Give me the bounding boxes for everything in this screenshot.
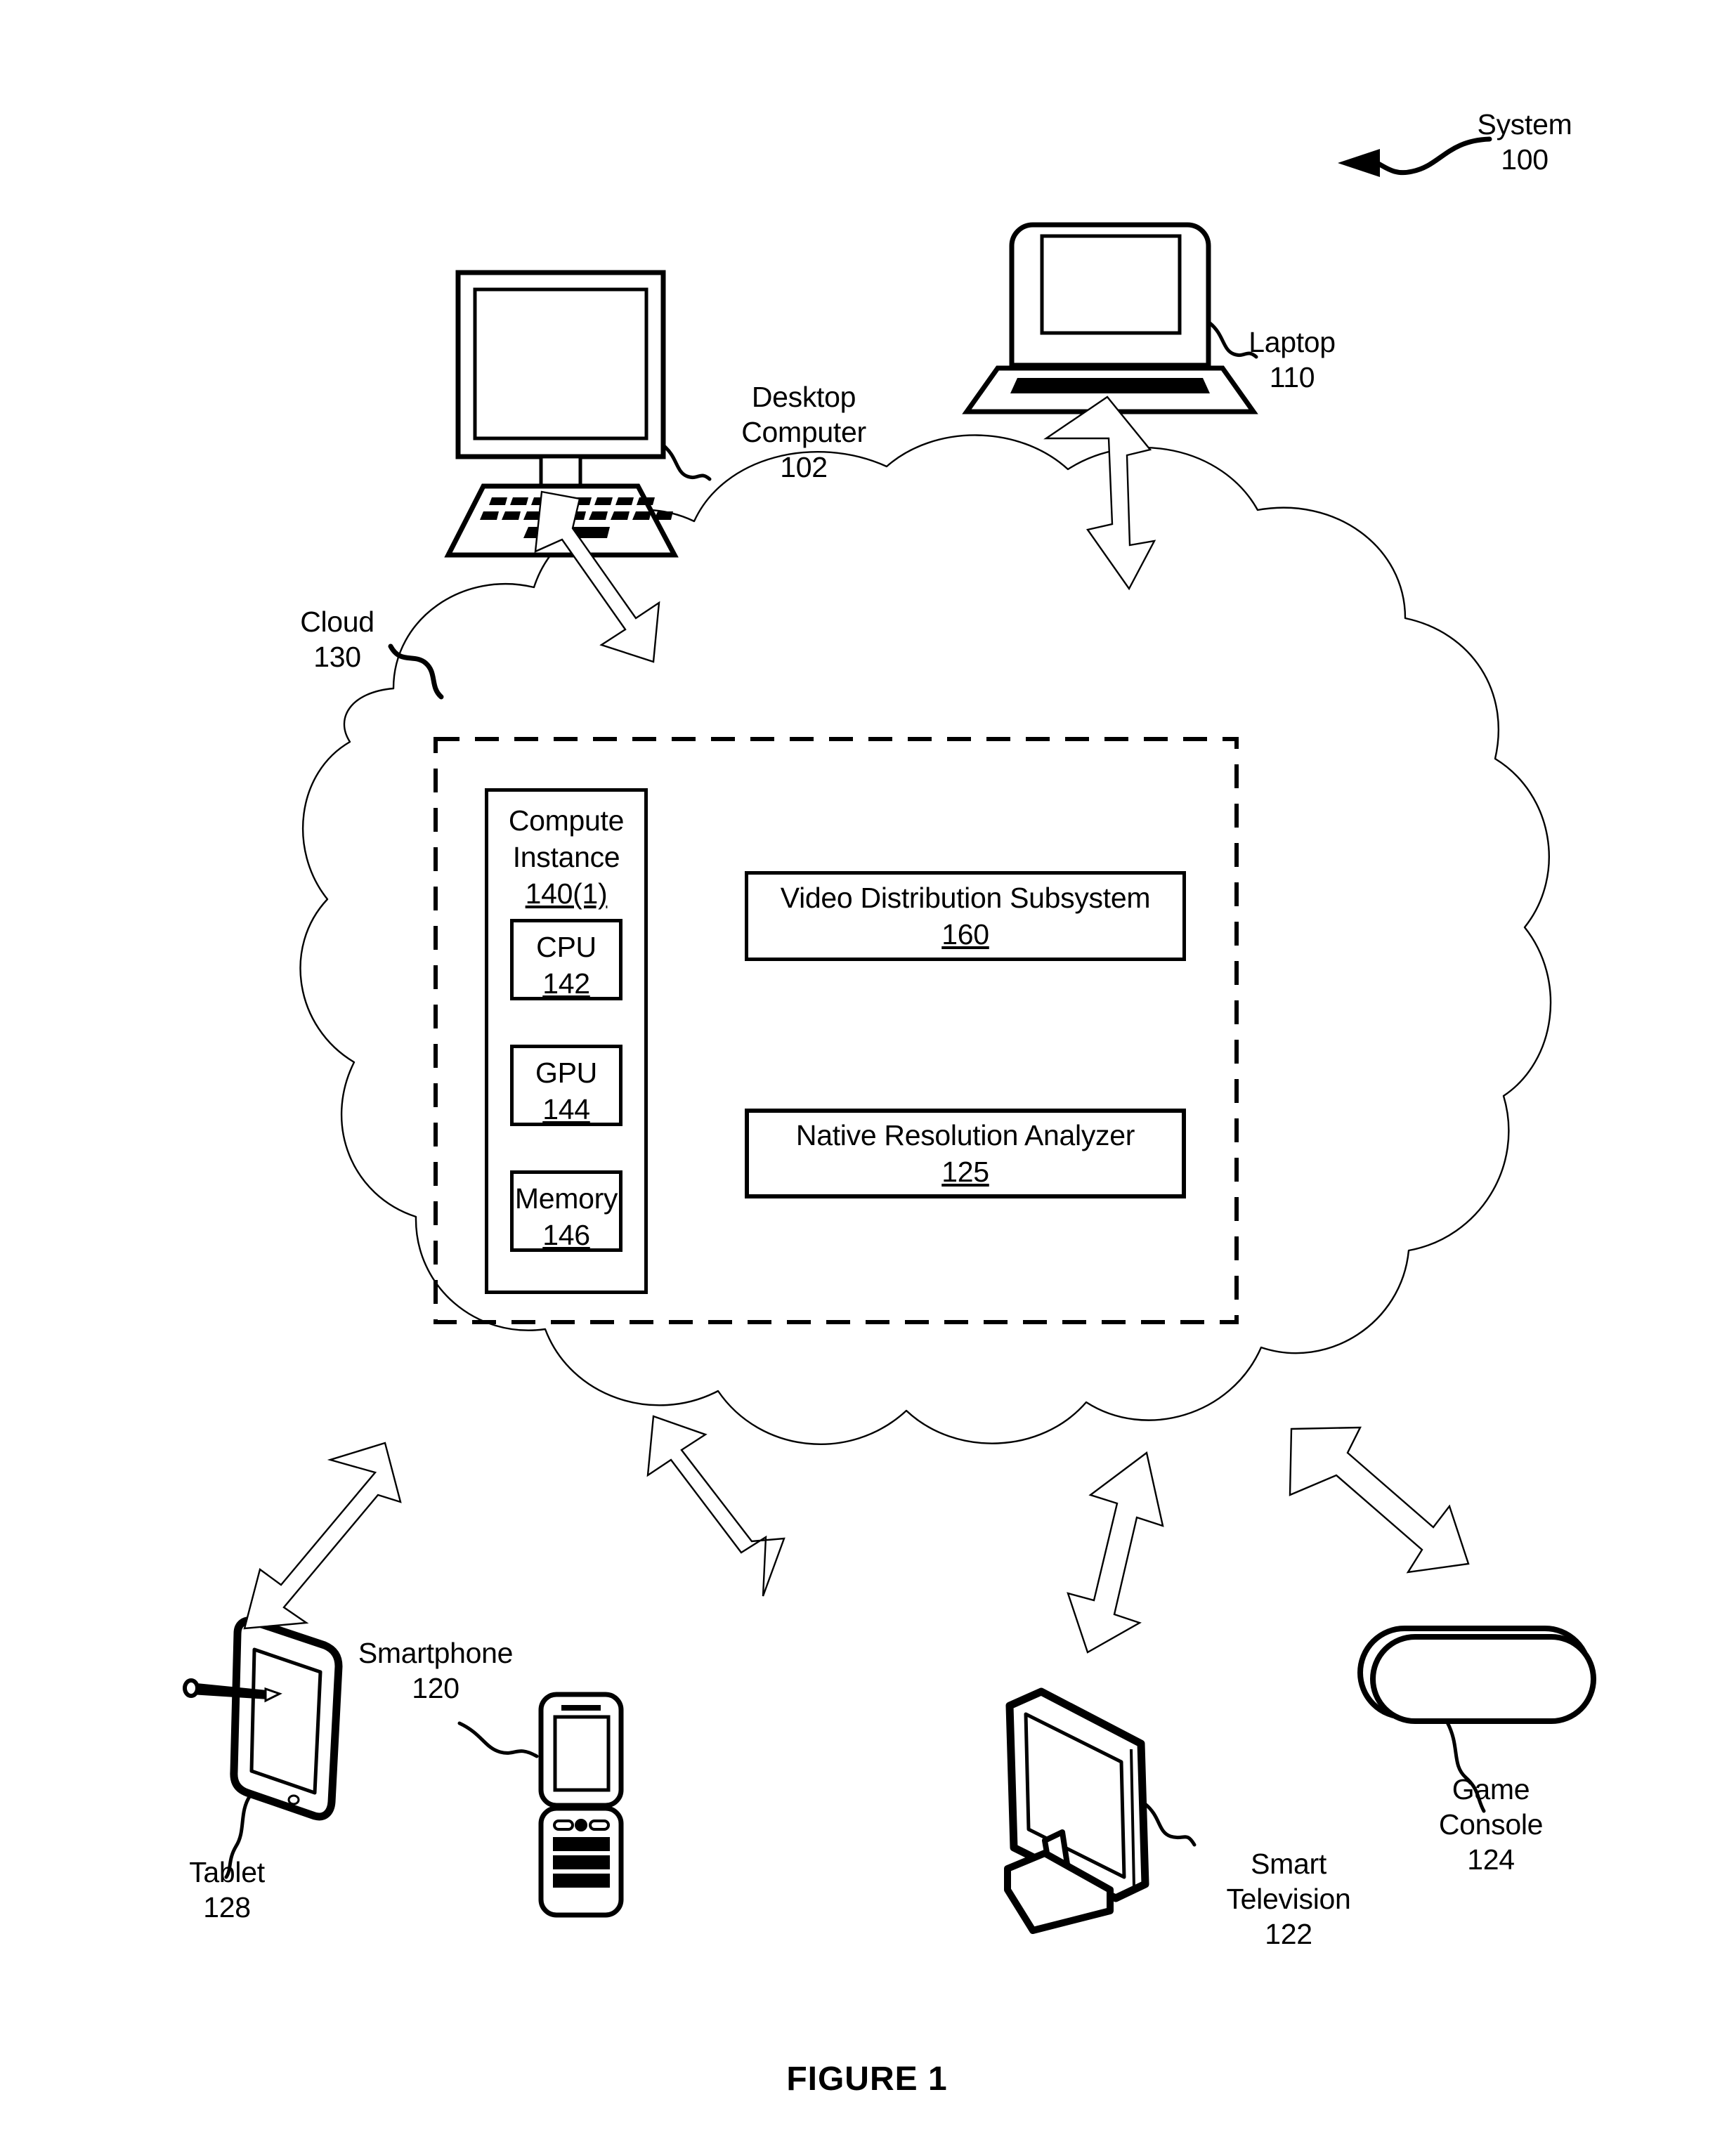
- gpu-label: GPU 144: [535, 1057, 597, 1125]
- desktop-computer-label: Desktop Computer 102: [741, 381, 866, 483]
- cpu-label: CPU 142: [536, 931, 597, 1000]
- tablet-label: Tablet 128: [189, 1856, 265, 1923]
- figure-caption: FIGURE 1: [786, 2060, 948, 2098]
- smartphone-leader-line: [457, 1721, 539, 1758]
- native-resolution-analyzer-label: Native Resolution Analyzer 125: [795, 1119, 1135, 1188]
- arrow-gameconsole-cloud: [1289, 1426, 1470, 1574]
- patent-figure-1: Compute Instance 140(1) CPU 142 GPU 144 Mem…: [0, 0, 1734, 2156]
- arrow-smarttv-cloud: [1067, 1451, 1164, 1654]
- game-console-label: Game Console 124: [1438, 1773, 1544, 1876]
- arrow-smartphone-cloud: [646, 1415, 785, 1597]
- smartphone-label: Smartphone 120: [358, 1637, 514, 1704]
- laptop-label: Laptop 110: [1249, 326, 1336, 393]
- video-distribution-subsystem-label: Video Distribution Subsystem 160: [780, 882, 1151, 950]
- desktop-leader-line: [661, 443, 712, 481]
- smart-television-label: Smart Television 122: [1226, 1848, 1351, 1950]
- arrow-tablet-cloud: [243, 1442, 402, 1630]
- desktop-computer-icon: [444, 270, 712, 558]
- tablet-icon: [183, 1616, 343, 1879]
- compute-instance-label: Compute Instance 140(1): [508, 804, 625, 910]
- smartphone-icon: [457, 1692, 624, 1918]
- smart-television-icon: [1004, 1687, 1197, 1934]
- cloud-label: Cloud 130: [300, 606, 374, 673]
- smart-tv-leader-line: [1143, 1802, 1197, 1847]
- memory-label: Memory 146: [514, 1182, 618, 1251]
- system-label: System 100: [1477, 108, 1572, 176]
